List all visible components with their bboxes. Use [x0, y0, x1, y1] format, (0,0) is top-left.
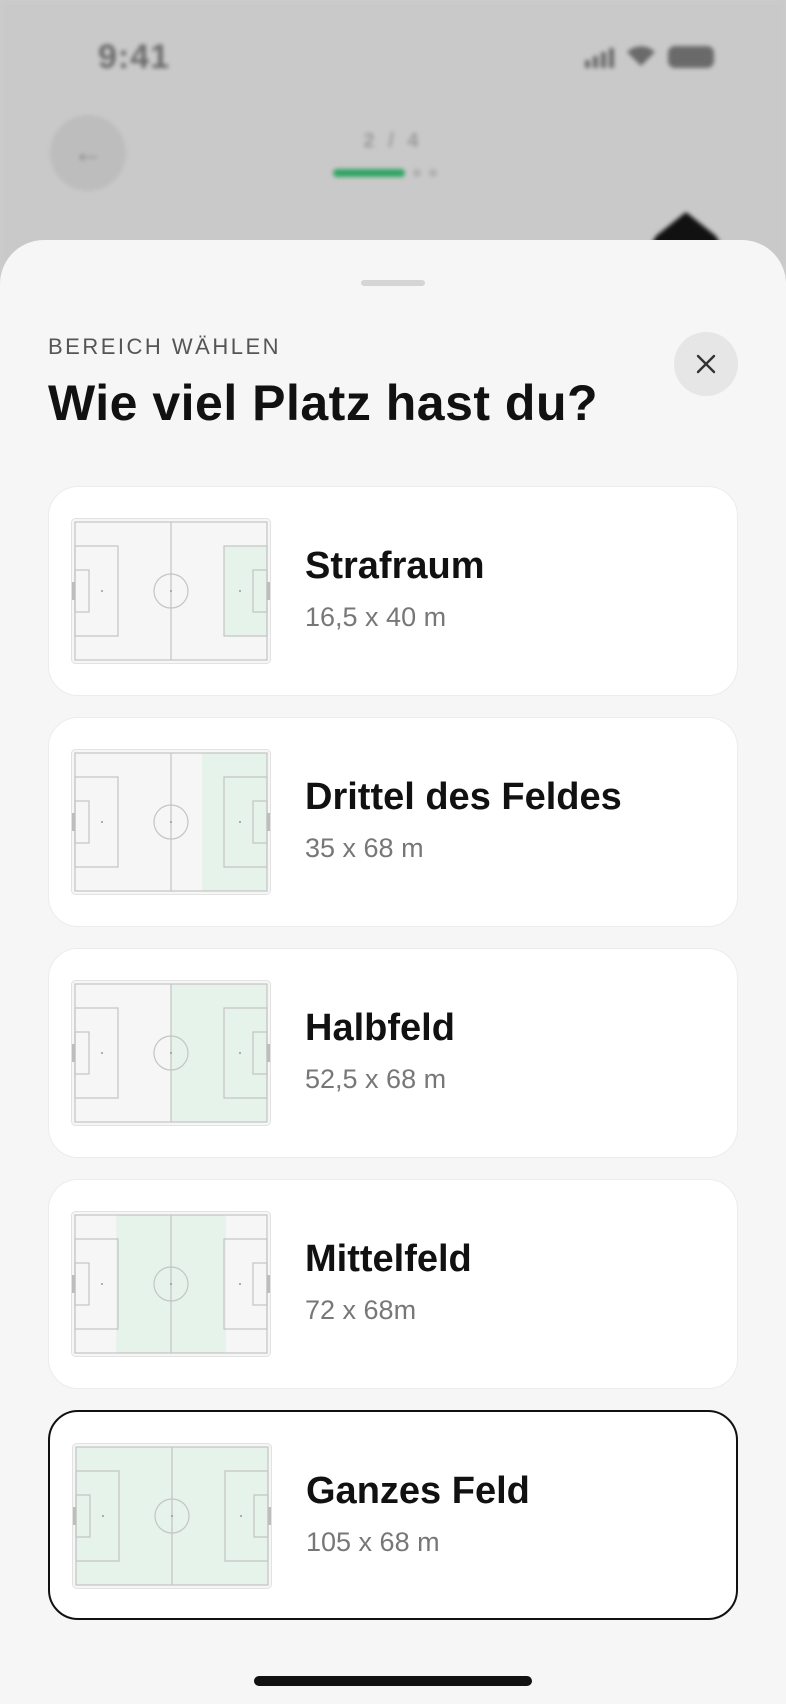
option-text: Halbfeld 52,5 x 68 m [305, 1007, 455, 1095]
status-time: 9:41 [98, 38, 171, 76]
wifi-icon [627, 46, 655, 66]
pitch-icon [71, 518, 271, 664]
back-button[interactable]: ← [50, 115, 126, 191]
close-icon [696, 354, 716, 374]
step-progress-active [333, 169, 405, 177]
area-option-drittel[interactable]: Drittel des Feldes 35 x 68 m [48, 717, 738, 927]
option-name: Mittelfeld [305, 1238, 472, 1280]
option-name: Strafraum [305, 545, 485, 587]
step-progress-dot [413, 169, 421, 177]
option-size: 16,5 x 40 m [305, 602, 447, 632]
pitch-icon [71, 980, 271, 1126]
battery-icon [668, 46, 714, 68]
option-text: Drittel des Feldes 35 x 68 m [305, 776, 622, 864]
pitch-icon [71, 1211, 271, 1357]
status-icons [585, 46, 714, 68]
option-name: Drittel des Feldes [305, 776, 622, 818]
option-name: Ganzes Feld [306, 1470, 530, 1512]
pitch-icon [71, 749, 271, 895]
area-options-list: Strafraum 16,5 x 40 m Drittel des Feldes… [48, 486, 738, 1641]
option-size: 35 x 68 m [305, 833, 424, 863]
area-option-halbfeld[interactable]: Halbfeld 52,5 x 68 m [48, 948, 738, 1158]
option-size: 72 x 68m [305, 1295, 417, 1325]
sheet-grabber[interactable] [361, 280, 425, 286]
home-indicator[interactable] [254, 1676, 532, 1686]
area-option-strafraum[interactable]: Strafraum 16,5 x 40 m [48, 486, 738, 696]
option-size: 105 x 68 m [306, 1527, 440, 1557]
pitch-icon [72, 1443, 272, 1589]
option-size: 52,5 x 68 m [305, 1064, 447, 1094]
step-progress-dot [429, 169, 437, 177]
signal-icon [585, 46, 614, 68]
sheet-eyebrow: BEREICH WÄHLEN [48, 334, 282, 359]
option-text: Ganzes Feld 105 x 68 m [306, 1470, 530, 1558]
option-text: Mittelfeld 72 x 68m [305, 1238, 472, 1326]
option-text: Strafraum 16,5 x 40 m [305, 545, 485, 633]
area-option-mittelfeld[interactable]: Mittelfeld 72 x 68m [48, 1179, 738, 1389]
sheet-title: Wie viel Platz hast du? [48, 375, 599, 431]
step-indicator-label: 2 / 4 [363, 130, 423, 152]
area-option-ganzes-feld[interactable]: Ganzes Feld 105 x 68 m [48, 1410, 738, 1620]
area-selection-sheet: BEREICH WÄHLEN Wie viel Platz hast du? S… [0, 240, 786, 1704]
option-name: Halbfeld [305, 1007, 455, 1049]
close-button[interactable] [674, 332, 738, 396]
step-progress [333, 169, 437, 177]
